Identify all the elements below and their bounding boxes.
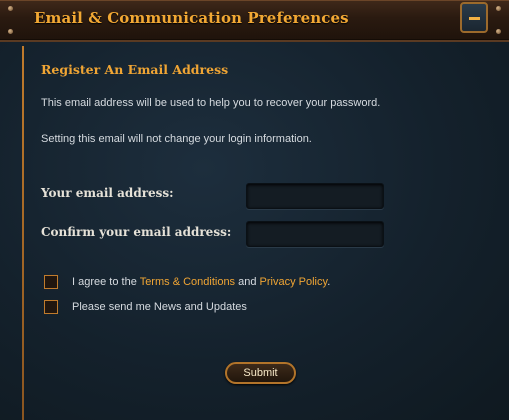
- rivet-icon: [496, 6, 501, 11]
- terms-prefix-text: I agree to the: [72, 276, 140, 288]
- rivet-icon: [8, 29, 13, 34]
- rivet-icon: [496, 29, 501, 34]
- email-preferences-panel: Email & Communication Preferences Regist…: [0, 0, 509, 420]
- section-title: Register An Email Address: [41, 62, 229, 77]
- submit-button[interactable]: Submit: [225, 362, 296, 384]
- recover-password-info: This email address will be used to help …: [41, 97, 381, 109]
- confirm-email-label: Confirm your email address:: [41, 225, 232, 239]
- terms-conditions-link[interactable]: Terms & Conditions: [140, 276, 235, 288]
- terms-label: I agree to the Terms & Conditions and Pr…: [72, 276, 330, 288]
- terms-checkbox[interactable]: [44, 275, 58, 289]
- terms-and-text: and: [235, 276, 260, 288]
- collapse-button[interactable]: [460, 2, 488, 33]
- rivet-icon: [8, 6, 13, 11]
- privacy-policy-link[interactable]: Privacy Policy: [260, 276, 328, 288]
- section-divider-line: [22, 46, 24, 420]
- login-info-note: Setting this email will not change your …: [41, 133, 312, 145]
- newsletter-checkbox[interactable]: [44, 300, 58, 314]
- panel-title: Email & Communication Preferences: [34, 9, 349, 27]
- terms-suffix-text: .: [327, 276, 331, 288]
- newsletter-label: Please send me News and Updates: [72, 301, 247, 313]
- minus-icon: [469, 17, 480, 20]
- email-field[interactable]: [246, 183, 384, 209]
- panel-header: Email & Communication Preferences: [0, 0, 509, 42]
- confirm-email-field[interactable]: [246, 221, 384, 247]
- email-label: Your email address:: [41, 186, 174, 200]
